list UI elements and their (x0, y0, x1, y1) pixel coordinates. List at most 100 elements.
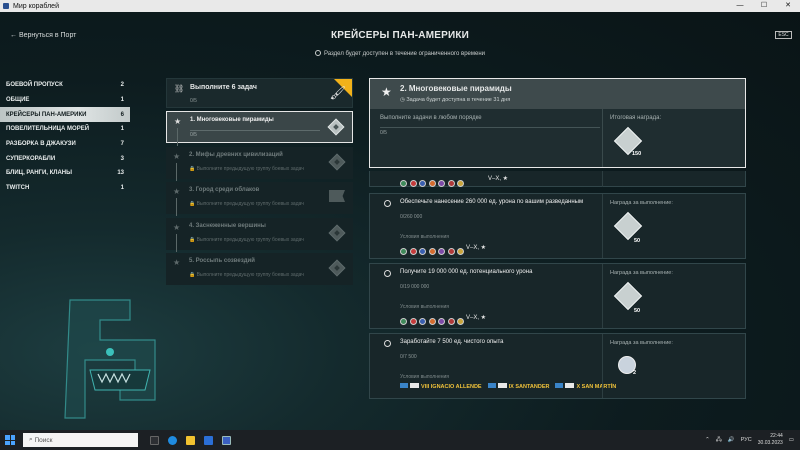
task-view-icon[interactable] (150, 435, 159, 445)
sidebar-item-queen-of-seas[interactable]: ПОВЕЛИТЕЛЬНИЦА МОРЕЙ 1 (0, 122, 130, 137)
sidebar-item-count: 3 (120, 155, 124, 162)
star-icon: ★ (173, 222, 181, 232)
ship-class-icon (410, 383, 419, 388)
pan-america-flag-icon (487, 383, 496, 388)
task-title: 3. Город среди облаков (189, 187, 260, 193)
maximize-button[interactable]: ☐ (752, 0, 776, 12)
taskbar-search-input[interactable]: ⌕ Поиск (23, 433, 138, 447)
star-icon: ★ (381, 85, 392, 99)
reward-diamond-icon[interactable] (613, 281, 643, 311)
nation-flag-icon (447, 180, 455, 187)
nation-icons (400, 242, 467, 260)
nation-flag-icon (400, 318, 407, 325)
clock-icon (314, 50, 321, 56)
task-item-2[interactable]: ★ 2. Мифы древних цивилизаций 🔒 Выполнит… (166, 146, 353, 181)
star-icon: ★ (173, 258, 181, 267)
sidebar-item-label: БЛИЦ, РАНГИ, КЛАНЫ (6, 170, 73, 177)
reward-diamond-icon (328, 153, 346, 170)
final-reward-label: Итоговая награда: (610, 115, 662, 121)
sidebar-item-superships[interactable]: СУПЕРКОРАБЛИ 3 (0, 151, 130, 166)
tray-overflow-icon[interactable]: ⌃ (705, 437, 710, 443)
sidebar-item-label: TWITCH (6, 185, 30, 192)
condition-radio[interactable] (384, 200, 391, 207)
ship-name: X SAN MARTÍN (576, 384, 617, 390)
sidebar-item-blitz-ranked-clans[interactable]: БЛИЦ, РАНГИ, КЛАНЫ 13 (0, 166, 130, 181)
sidebar-item-pan-american-cruisers[interactable]: КРЕЙСЕРЫ ПАН-АМЕРИКИ 6 (0, 107, 130, 123)
nation-flag-icon (438, 318, 445, 325)
chain-progress: 0/5 (190, 98, 197, 104)
paintbrush-icon: 🖌 (329, 85, 346, 100)
condition-row[interactable]: Получите 19 000 000 ед. потенциального у… (369, 263, 746, 329)
ship-item[interactable]: VIII IGNACIO ALLENDE (400, 383, 482, 390)
chain-connector (177, 128, 178, 146)
task-item-5[interactable]: ★ 5. Россыпь созвездий 🔒 Выполните преды… (166, 253, 353, 285)
minimize-button[interactable]: — (728, 0, 752, 12)
task-progress-bar (190, 130, 320, 131)
task-item-4[interactable]: ★ 4. Заснеженные вершины 🔒 Выполните пре… (166, 217, 353, 252)
sidebar-item-jacuzzi-showdown[interactable]: РАЗБОРКА В ДЖАКУЗИ 7 (0, 137, 130, 152)
nation-icons (400, 312, 467, 330)
detail-title-bar: ★ 2. Многовековые пирамиды ◷ Задача буде… (370, 79, 745, 109)
task-lock-text: 🔒 Выполните предыдущую группу боевых зад… (189, 201, 304, 207)
reward-diamond-icon (328, 259, 346, 277)
esc-close-button[interactable]: ESC (775, 31, 792, 39)
star-icon: ★ (173, 151, 181, 161)
sidebar-item-count: 6 (120, 111, 124, 118)
reward-diamond-icon (327, 118, 345, 136)
chain-header-card[interactable]: ⛓ Выполните 6 задач 0/5 🖌 (166, 78, 353, 108)
chain-connector (176, 198, 177, 216)
sidebar-item-label: БОЕВОЙ ПРОПУСК (6, 82, 63, 89)
condition-row[interactable]: Заработайте 7 500 ед. чистого опыта 0/7 … (369, 333, 746, 399)
language-indicator[interactable]: РУС (741, 437, 752, 443)
sidebar-item-count: 2 (120, 82, 124, 89)
nation-flag-icon (447, 318, 455, 325)
nation-flag-icon (447, 248, 455, 255)
notifications-icon[interactable]: ▭ (789, 437, 794, 443)
search-placeholder: Поиск (34, 436, 53, 444)
task-item-3[interactable]: ★ 3. Город среди облаков 🔒 Выполните пре… (166, 182, 353, 216)
reward-diamond-icon (328, 224, 346, 241)
detail-title: 2. Многовековые пирамиды (400, 84, 512, 93)
nation-flag-icon (419, 180, 426, 187)
nation-flag-icon (438, 180, 445, 187)
network-icon[interactable]: 🖧 (716, 436, 722, 445)
sidebar-item-twitch[interactable]: TWITCH 1 (0, 181, 130, 196)
condition-row[interactable]: Обеспечьте нанесение 260 000 ед. урона п… (369, 193, 746, 259)
tier-label: V–X, ★ (466, 315, 487, 321)
task-item-1[interactable]: ★ 1. Многовековые пирамиды 0/5 (166, 111, 353, 146)
sidebar-item-general[interactable]: ОБЩИЕ 1 (0, 93, 130, 108)
windows-start-icon[interactable] (5, 435, 15, 445)
task-chain: ⛓ Выполните 6 задач 0/5 🖌 ★ 1. Многовеко… (166, 78, 353, 289)
lock-message: Выполните предыдущую группу боевых задач (196, 165, 304, 172)
condition-title: Получите 19 000 000 ед. потенциального у… (400, 269, 533, 275)
task-detail-header: ★ 2. Многовековые пирамиды ◷ Задача буде… (369, 78, 746, 168)
nation-flag-icon (457, 248, 464, 255)
lock-message: Выполните предыдущую группу боевых задач (196, 201, 304, 207)
star-icon: ★ (173, 187, 181, 196)
condition-label: Условия выполнения (400, 234, 449, 240)
file-explorer-icon[interactable] (186, 435, 195, 445)
ship-class-icon (497, 383, 507, 388)
sidebar-item-label: ОБЩИЕ (6, 97, 30, 104)
tier-label: V–X, ★ (488, 176, 509, 182)
ship-class-icon (565, 383, 575, 388)
reward-label: Награда за выполнение: (610, 270, 673, 276)
detail-progress-bar (380, 127, 600, 128)
volume-icon[interactable]: 🔊 (728, 437, 735, 443)
reward-label: Награда за выполнение: (610, 200, 673, 206)
condition-radio[interactable] (384, 340, 391, 347)
detail-availability: ◷ Задача будет доступна в течение 31 дня (400, 97, 511, 103)
clock[interactable]: 22:44 30.03.2023 (758, 433, 783, 447)
ship-item[interactable]: X SAN MARTÍN (555, 383, 616, 390)
condition-radio[interactable] (384, 270, 391, 277)
game-client-icon[interactable] (222, 435, 231, 445)
nation-flag-icon (409, 318, 417, 325)
task-title: 1. Многовековые пирамиды (190, 117, 274, 123)
sidebar-item-battle-pass[interactable]: БОЕВОЙ ПРОПУСК 2 (0, 78, 130, 93)
reward-diamond-icon[interactable] (613, 211, 643, 241)
ship-item[interactable]: IX SANTANDER (487, 383, 549, 390)
store-icon[interactable] (204, 435, 213, 445)
edge-browser-icon[interactable] (168, 435, 177, 445)
window-close-button[interactable]: ✕ (776, 0, 800, 12)
nation-icons (400, 174, 467, 192)
